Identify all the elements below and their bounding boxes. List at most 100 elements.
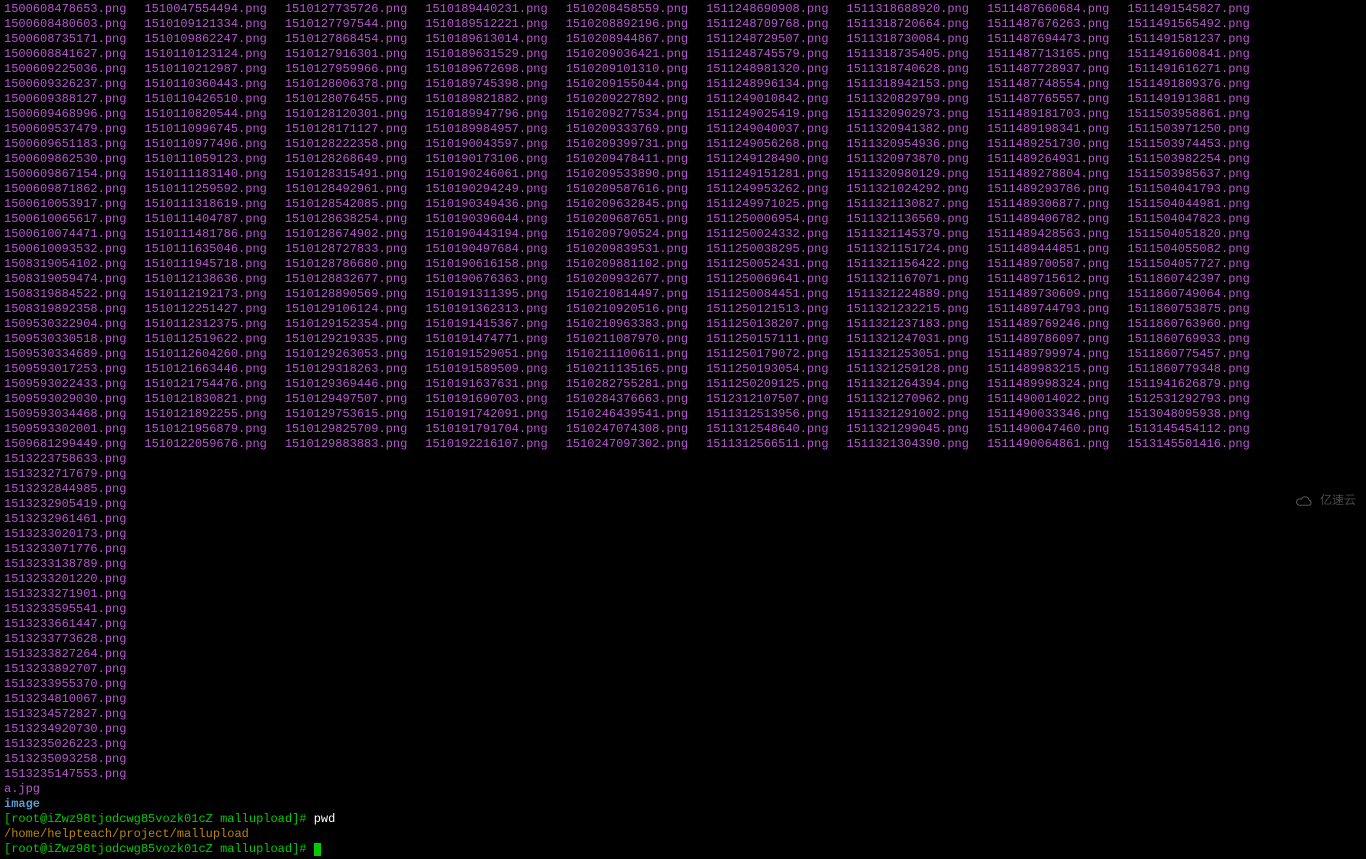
file-item: 1511250038295.png — [706, 242, 828, 257]
file-item: 1509593022433.png — [4, 377, 126, 392]
file-item: 1510127959966.png — [285, 62, 407, 77]
file-item: 1510246439541.png — [566, 407, 688, 422]
file-item: 1511248729507.png — [706, 32, 828, 47]
file-item: 1511489306877.png — [987, 197, 1109, 212]
file-item: 1511250024332.png — [706, 227, 828, 242]
file-item: 1513234810067.png — [4, 692, 126, 707]
file-item: 1511248709768.png — [706, 17, 828, 32]
file-item: 1510210963383.png — [566, 317, 688, 332]
file-item: 1511487748554.png — [987, 77, 1109, 92]
watermark: 亿速云 — [1294, 494, 1356, 509]
file-item: 1510129106124.png — [285, 302, 407, 317]
file-item: 1513235026223.png — [4, 737, 126, 752]
file-item: 1513234572827.png — [4, 707, 126, 722]
file-item: 1511250193054.png — [706, 362, 828, 377]
file-item: 1500608735171.png — [4, 32, 126, 47]
file-item: 1511250006954.png — [706, 212, 828, 227]
file-item: 1513048095938.png — [1127, 407, 1249, 422]
file-item: 1511491809376.png — [1127, 77, 1249, 92]
file-item: 1511321253051.png — [847, 347, 969, 362]
file-item: 1513233955370.png — [4, 677, 126, 692]
file-item: 1513145501416.png — [1127, 437, 1249, 452]
prompt-line-2: [root@iZwz98tjodcwg85vozk01cZ mallupload… — [4, 842, 1362, 857]
file-item: 1510189984957.png — [425, 122, 547, 137]
file-item: 1510190173106.png — [425, 152, 547, 167]
file-item: 1510208458559.png — [566, 2, 688, 17]
file-item: 1511503974453.png — [1127, 137, 1249, 152]
file-item: 1510191690703.png — [425, 392, 547, 407]
file-item: 1511489730609.png — [987, 287, 1109, 302]
file-item: 1500610065617.png — [4, 212, 126, 227]
file-item: 1511504047823.png — [1127, 212, 1249, 227]
file-item: 1510190294249.png — [425, 182, 547, 197]
file-item: 1510211100611.png — [566, 347, 688, 362]
file-item: 1511321232215.png — [847, 302, 969, 317]
file-item: 1510192216107.png — [425, 437, 547, 452]
file-item: 1510209036421.png — [566, 47, 688, 62]
file-item: 1511490014022.png — [987, 392, 1109, 407]
file-item: 1511489293786.png — [987, 182, 1109, 197]
file-item: 1510112604260.png — [144, 347, 266, 362]
file-item: 1510129263053.png — [285, 347, 407, 362]
file-item: 1511860763960.png — [1127, 317, 1249, 332]
file-item: 1510209333769.png — [566, 122, 688, 137]
file-item: 1511321136569.png — [847, 212, 969, 227]
file-item: 1510128171127.png — [285, 122, 407, 137]
file-item: 1510111259592.png — [144, 182, 266, 197]
file-item: 1511491565492.png — [1127, 17, 1249, 32]
file-item: 1511250138207.png — [706, 317, 828, 332]
file-item: 1510189947796.png — [425, 107, 547, 122]
file-item: 1511503958861.png — [1127, 107, 1249, 122]
file-item: 1509593302001.png — [4, 422, 126, 437]
file-item: 1510129497507.png — [285, 392, 407, 407]
file-item: 1510111481786.png — [144, 227, 266, 242]
file-item: 1510109862247.png — [144, 32, 266, 47]
file-item: 1510189745398.png — [425, 77, 547, 92]
file-item: 1511489786097.png — [987, 332, 1109, 347]
file-item: 1510111183140.png — [144, 167, 266, 182]
file-item: 1513233071776.png — [4, 542, 126, 557]
file-item: 1511318735405.png — [847, 47, 969, 62]
file-item: 1511489998324.png — [987, 377, 1109, 392]
file-item: 1510209932677.png — [566, 272, 688, 287]
file-item: 1513233827264.png — [4, 647, 126, 662]
file-item: 1510110360443.png — [144, 77, 266, 92]
file-item: 1510211087970.png — [566, 332, 688, 347]
file-item: 1510129825709.png — [285, 422, 407, 437]
file-item: 1511248996134.png — [706, 77, 828, 92]
file-item: 1511489406782.png — [987, 212, 1109, 227]
file-item: 1511860749064.png — [1127, 287, 1249, 302]
file-item: 1511321299045.png — [847, 422, 969, 437]
terminal[interactable]: 1500608478653.png1500608480603.png150060… — [0, 0, 1366, 859]
file-item: 1510129753615.png — [285, 407, 407, 422]
file-item: 1510111404787.png — [144, 212, 266, 227]
file-item: 1510190497684.png — [425, 242, 547, 257]
file-item: 1500609651183.png — [4, 137, 126, 152]
file-column: 1510189440231.png1510189512221.png151018… — [425, 2, 547, 452]
file-item: 1512312107507.png — [706, 392, 828, 407]
file-item: 1510208892196.png — [566, 17, 688, 32]
file-item: 1510209587616.png — [566, 182, 688, 197]
file-item: 1511321156422.png — [847, 257, 969, 272]
file-item: 1511321224889.png — [847, 287, 969, 302]
file-item: 1511487765557.png — [987, 92, 1109, 107]
file-item: 1510129369446.png — [285, 377, 407, 392]
file-item: 1510189512221.png — [425, 17, 547, 32]
file-item: 1510190443194.png — [425, 227, 547, 242]
file-item: 1510190396044.png — [425, 212, 547, 227]
file-item: 1510127797544.png — [285, 17, 407, 32]
file-item: 1510111635046.png — [144, 242, 266, 257]
file-item: 1510128674902.png — [285, 227, 407, 242]
file-item: 1511320980129.png — [847, 167, 969, 182]
file-item: 1510191529051.png — [425, 347, 547, 362]
file-item: 1511321145379.png — [847, 227, 969, 242]
file-item: 1511489251730.png — [987, 137, 1109, 152]
file-item: 1500609537479.png — [4, 122, 126, 137]
file-item: 1511249151281.png — [706, 167, 828, 182]
file-item: 1510209399731.png — [566, 137, 688, 152]
file-item: 1511504055082.png — [1127, 242, 1249, 257]
file-item: 1513233892707.png — [4, 662, 126, 677]
file-item: 1510190246061.png — [425, 167, 547, 182]
file-item: 1511489700587.png — [987, 257, 1109, 272]
file-item: 1511489444851.png — [987, 242, 1109, 257]
